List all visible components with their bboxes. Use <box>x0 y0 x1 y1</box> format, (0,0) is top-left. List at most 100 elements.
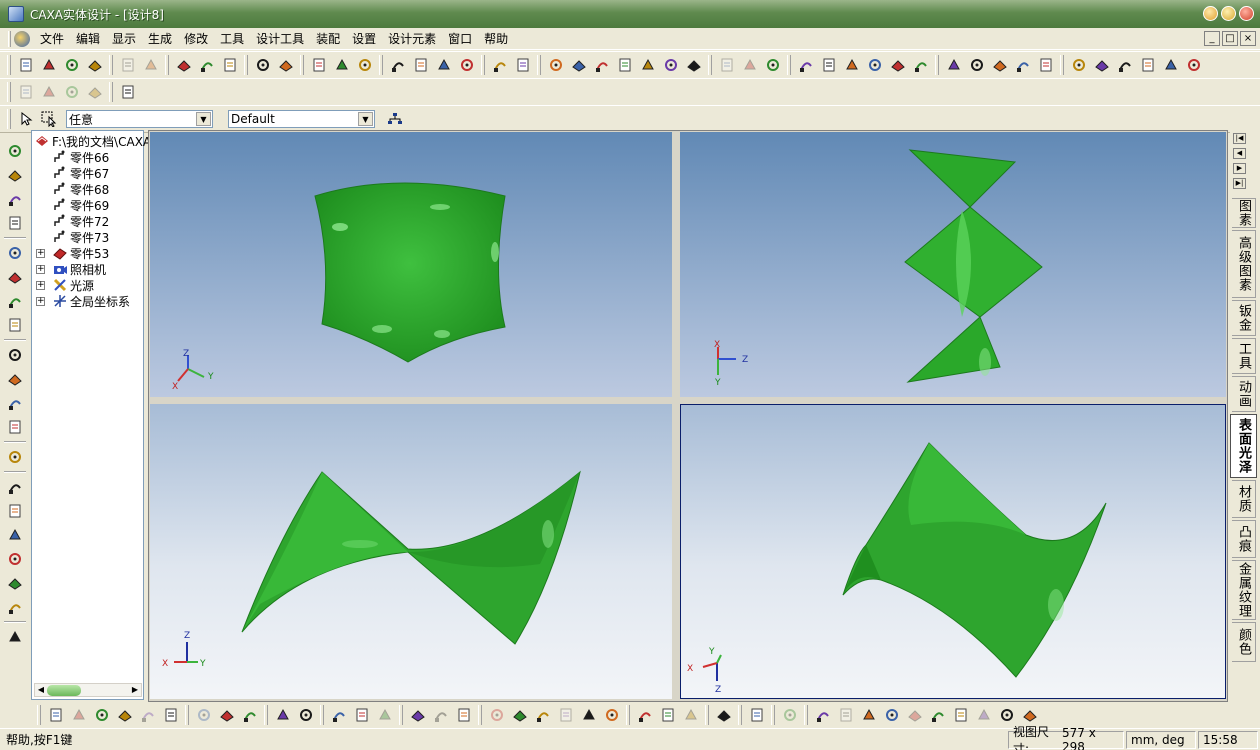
film-icon[interactable] <box>5 417 25 437</box>
tool-curve5-icon[interactable] <box>638 55 658 75</box>
menu-help[interactable]: 帮助 <box>478 28 514 49</box>
tab-4[interactable]: 动画 <box>1232 376 1256 412</box>
tool-b7-icon[interactable] <box>194 705 214 725</box>
tree-item[interactable]: 零件72 <box>52 213 109 229</box>
app-icon[interactable] <box>8 6 24 22</box>
tool-b3-icon[interactable] <box>92 705 112 725</box>
tool-b27-icon[interactable] <box>714 705 734 725</box>
tool-design-tree-icon[interactable] <box>309 55 329 75</box>
menu-settings[interactable]: 设置 <box>346 28 382 49</box>
tool-sm4-icon[interactable] <box>865 55 885 75</box>
tab-9[interactable]: 颜色 <box>1232 622 1256 662</box>
scroll-first-icon[interactable]: |◀ <box>1233 133 1246 144</box>
toolbar-grip[interactable] <box>7 82 11 102</box>
tab-7[interactable]: 凸痕 <box>1232 520 1256 558</box>
lightbulb-icon[interactable] <box>5 345 25 365</box>
select-icon[interactable] <box>5 477 25 497</box>
tool-sweep-icon[interactable] <box>434 55 454 75</box>
tree-item[interactable]: 零件69 <box>52 197 109 213</box>
toolbar-grip[interactable] <box>37 705 41 725</box>
tree-root[interactable]: F:\我的文档\CAXA <box>34 133 151 149</box>
menu-grip[interactable] <box>8 30 11 47</box>
menu-window[interactable]: 窗口 <box>442 28 478 49</box>
tree-item[interactable]: 零件67 <box>52 165 109 181</box>
tool-b35-icon[interactable] <box>928 705 948 725</box>
tree-item[interactable]: 全局坐标系 <box>52 293 130 309</box>
tool-text-frame-icon[interactable] <box>513 55 533 75</box>
tree-item[interactable]: 照相机 <box>52 261 106 277</box>
camera2-icon[interactable] <box>5 369 25 389</box>
tool-b1-icon[interactable] <box>46 705 66 725</box>
box2-icon[interactable] <box>5 525 25 545</box>
tool-view4-icon[interactable] <box>1138 55 1158 75</box>
menu-display[interactable]: 显示 <box>106 28 142 49</box>
scroll-right-icon[interactable]: ▶ <box>129 684 141 696</box>
tool-curve6-icon[interactable] <box>661 55 681 75</box>
tool-b19-icon[interactable] <box>510 705 530 725</box>
expand-icon[interactable]: + <box>36 297 45 306</box>
tool-tool-b-icon[interactable] <box>355 55 375 75</box>
tab-2[interactable]: 钣金 <box>1232 300 1256 336</box>
scroll-next-icon[interactable]: ▶ <box>1233 163 1246 174</box>
expand-icon[interactable]: + <box>36 249 45 258</box>
tool-b10-icon[interactable] <box>273 705 293 725</box>
tree-scrollbar[interactable]: ◀ ▶ <box>34 683 142 697</box>
scroll-prev-icon[interactable]: ◀ <box>1233 148 1246 159</box>
tool-b13-icon[interactable] <box>352 705 372 725</box>
tab-8[interactable]: 金属纹理 <box>1232 560 1256 620</box>
chevron-down-icon[interactable]: ▼ <box>358 112 373 126</box>
knife-icon[interactable] <box>5 573 25 593</box>
rotate-icon[interactable] <box>5 165 25 185</box>
viewport-top-right[interactable]: X Z Y <box>680 132 1226 397</box>
tool-view2-icon[interactable] <box>1092 55 1112 75</box>
tool-d-icon[interactable] <box>85 82 105 102</box>
scroll-thumb[interactable] <box>47 685 81 696</box>
tool-b22-icon[interactable] <box>579 705 599 725</box>
tool-help-pointer-icon[interactable] <box>276 55 296 75</box>
tool-curve7-icon[interactable] <box>684 55 704 75</box>
close-button[interactable] <box>1239 6 1254 21</box>
tool-b8-icon[interactable] <box>217 705 237 725</box>
tool-b4-icon[interactable] <box>115 705 135 725</box>
menu-edit[interactable]: 编辑 <box>70 28 106 49</box>
tool-e-icon[interactable] <box>118 82 138 102</box>
tool-face2-icon[interactable] <box>740 55 760 75</box>
tool-b30-icon[interactable] <box>813 705 833 725</box>
tool-sm2-icon[interactable] <box>819 55 839 75</box>
viewport-top-left[interactable]: Z Y X <box>150 132 672 397</box>
tool-b15-icon[interactable] <box>408 705 428 725</box>
hierarchy-icon[interactable] <box>385 109 405 129</box>
viewport-bottom-left[interactable]: Z X Y <box>150 404 672 699</box>
tool-b26-icon[interactable] <box>681 705 701 725</box>
mdi-minimize-button[interactable]: _ <box>1204 31 1220 46</box>
tool-new-drawing-icon[interactable] <box>39 55 59 75</box>
expand-icon[interactable]: + <box>36 265 45 274</box>
zoom-window-icon[interactable] <box>5 267 25 287</box>
tool-sm3-icon[interactable] <box>842 55 862 75</box>
box-icon[interactable] <box>5 501 25 521</box>
tool-paste-shape-icon[interactable] <box>197 55 217 75</box>
tool-b33-icon[interactable] <box>882 705 902 725</box>
menu-file[interactable]: 文件 <box>34 28 70 49</box>
brush-icon[interactable] <box>5 447 25 467</box>
text-icon[interactable] <box>5 627 25 647</box>
menu-design-elements[interactable]: 设计元素 <box>382 28 442 49</box>
toolbar-grip[interactable] <box>7 109 11 129</box>
mdi-close-button[interactable]: × <box>1240 31 1256 46</box>
tool-b17-icon[interactable] <box>454 705 474 725</box>
tool-b16-icon[interactable] <box>431 705 451 725</box>
style-select[interactable]: Default ▼ <box>228 110 375 128</box>
tool-sm6-icon[interactable] <box>911 55 931 75</box>
tool-v2-icon[interactable] <box>967 55 987 75</box>
tool-b23-icon[interactable] <box>602 705 622 725</box>
viewport-bottom-right[interactable]: Y X Z <box>680 404 1226 699</box>
tab-6[interactable]: 材质 <box>1232 480 1256 518</box>
tool-b14-icon[interactable] <box>375 705 395 725</box>
tool-camera-icon[interactable] <box>220 55 240 75</box>
tool-curve2-icon[interactable] <box>569 55 589 75</box>
tree-item[interactable]: 零件68 <box>52 181 109 197</box>
camera-icon[interactable] <box>5 291 25 311</box>
tool-v4-icon[interactable] <box>1013 55 1033 75</box>
tool-sm1-icon[interactable] <box>796 55 816 75</box>
tool-copy-shape-icon[interactable] <box>174 55 194 75</box>
